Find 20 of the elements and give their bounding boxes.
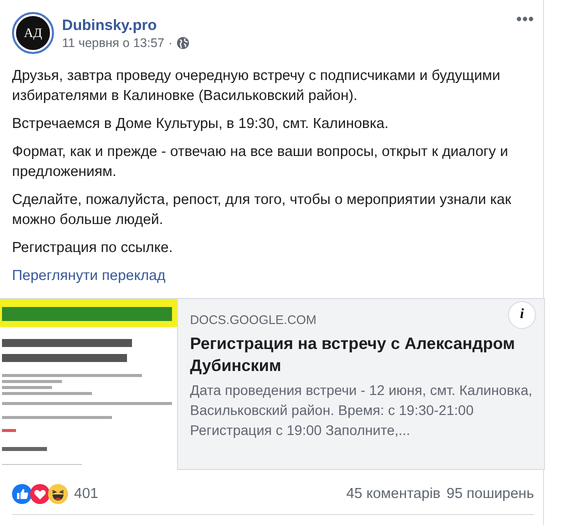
shares-count[interactable]: 95 поширень [446,486,534,502]
post-paragraph: Регистрация по ссылке. [12,239,174,258]
see-translation-link[interactable]: Переглянути переклад [12,266,166,286]
link-preview-card[interactable]: DOCS.GOOGLE.COM Регистрация на встречу с Александром Дубинским Дата проведения встречи - 12 июня, смт. Калиновка, Васильковский район. Время: с 19:30-21:00 Регистрация с 19:00 Заполните,... i [0,298,545,470]
separator-dot: · [168,36,173,50]
haha-reaction-icon[interactable] [48,484,68,504]
post-paragraph: Друзья, завтра проведу очередную встречу с подписчиками и будущими избирателями в Калиновке (Васильковский район). [12,67,502,106]
comments-count[interactable]: 45 коментарів [346,486,440,502]
post-paragraph: Сделайте, пожалуйста, репост, для того, чтобы о мероприятии узнали как можно больше людей. [12,191,512,230]
link-description: Дата проведения встречи - 12 июня, смт. Калиновка, Васильковский район. Время: с 19:30-21:00 Регистрация с 19:00 Заполните,... [190,381,534,440]
like-reaction-icon[interactable] [12,484,32,504]
post-timestamp[interactable]: 11 червня о 13:57 [62,36,164,50]
post-paragraph: Формат, как и прежде - отвечаю на все ваши вопросы, открыт к диалогу и предложениям. [12,143,510,182]
love-reaction-icon[interactable] [30,484,50,504]
post-paragraph: Встречаемся в Доме Культуры, в 19:30, смт. Калиновка. [12,115,390,134]
link-title[interactable]: Регистрация на встречу с Александром Дубинским [190,333,534,377]
globe-icon [176,36,189,48]
reaction-count[interactable]: 401 [74,486,98,502]
page-name[interactable]: Dubinsky.pro [62,16,508,34]
more-options-icon[interactable] [516,16,534,22]
